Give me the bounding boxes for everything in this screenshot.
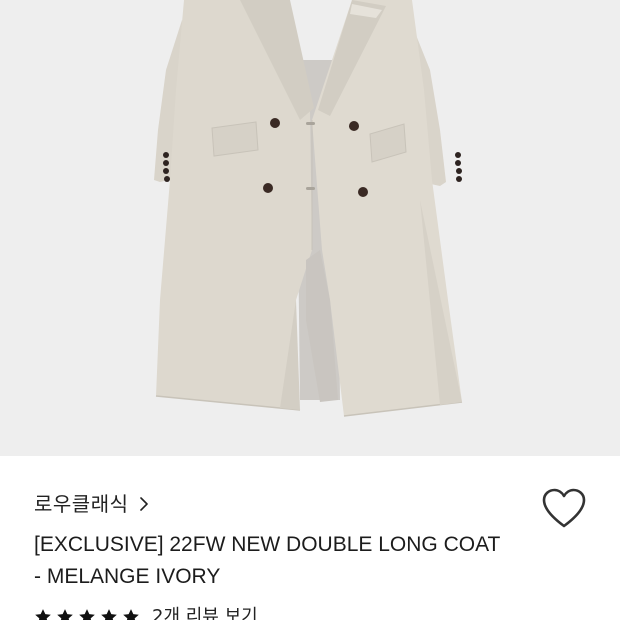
product-image[interactable] — [0, 0, 620, 456]
star-filled-icon — [57, 609, 73, 620]
rating-row[interactable]: 2개 리뷰 보기 — [34, 605, 258, 620]
product-title: [EXCLUSIVE] 22FW NEW DOUBLE LONG COAT - … — [34, 529, 554, 593]
heart-outline-icon — [542, 488, 586, 528]
review-count-link[interactable]: 2개 리뷰 보기 — [152, 605, 258, 620]
product-title-line-2: - MELANGE IVORY — [34, 565, 221, 588]
wishlist-button[interactable] — [541, 488, 587, 530]
star-filled-icon — [79, 609, 95, 620]
coat-illustration — [0, 0, 620, 456]
star-filled-icon — [35, 609, 51, 620]
star-filled-icon — [123, 609, 139, 620]
product-info: 로우클래식 [EXCLUSIVE] 22FW NEW DOUBLE LONG C… — [0, 456, 620, 620]
brand-link[interactable]: 로우클래식 — [34, 492, 149, 516]
star-filled-icon — [101, 609, 117, 620]
product-title-line-1: [EXCLUSIVE] 22FW NEW DOUBLE LONG COAT — [34, 533, 501, 556]
product-detail-page: 로우클래식 [EXCLUSIVE] 22FW NEW DOUBLE LONG C… — [0, 0, 620, 620]
brand-name[interactable]: 로우클래식 — [34, 492, 129, 516]
star-rating — [34, 608, 144, 620]
chevron-right-icon — [139, 497, 148, 511]
